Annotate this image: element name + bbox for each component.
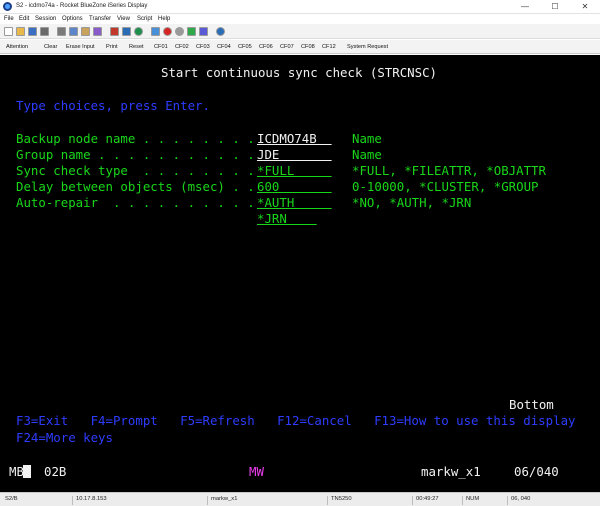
field-hint-delay: 0-10000, *CLUSTER, *GROUP	[352, 179, 539, 194]
status-bar: S2/B 10.17.8.153 markw_x1 TN5250 00:49:2…	[0, 492, 600, 506]
maximize-button[interactable]: ☐	[540, 0, 570, 14]
delay-input[interactable]: 600	[257, 179, 332, 194]
cf06-key[interactable]: CF06	[259, 44, 273, 50]
attention-key[interactable]: Attention	[6, 44, 28, 50]
field-hint-auto-repair: *NO, *AUTH, *JRN	[352, 195, 472, 210]
cf03-key[interactable]: CF03	[196, 44, 210, 50]
group-name-input[interactable]: JDE	[257, 147, 332, 162]
menu-file[interactable]: File	[4, 16, 14, 22]
auto-repair-input-2[interactable]: *JRN	[257, 211, 317, 226]
screen-title: Start continuous sync check (STRCNSC)	[161, 65, 438, 80]
cf02-key[interactable]: CF02	[175, 44, 189, 50]
field-hint-sync-check-type: *FULL, *FILEATTR, *OBJATTR	[352, 163, 546, 178]
cf07-key[interactable]: CF07	[280, 44, 294, 50]
cf04-key[interactable]: CF04	[217, 44, 231, 50]
reset-key[interactable]: Reset	[129, 44, 144, 50]
connect-icon[interactable]	[122, 27, 131, 36]
cf08-key[interactable]: CF08	[301, 44, 315, 50]
menu-script[interactable]: Script	[137, 16, 152, 22]
help-icon[interactable]	[216, 27, 225, 36]
screen-instruction: Type choices, press Enter.	[16, 98, 210, 113]
field-hint-group-name: Name	[352, 147, 382, 162]
status-ip: 10.17.8.153	[72, 496, 207, 505]
oia-user: markw_x1	[421, 464, 481, 479]
minimize-button[interactable]: —	[510, 0, 540, 14]
open-icon[interactable]	[16, 27, 25, 36]
sync-check-type-input[interactable]: *FULL	[257, 163, 332, 178]
clear-key[interactable]: Clear	[44, 44, 57, 50]
status-session: S2/B	[5, 496, 18, 502]
status-time: 00:49:27	[412, 496, 462, 505]
status-user: markw_x1	[207, 496, 327, 505]
menu-options[interactable]: Options	[62, 16, 83, 22]
status-mode: TN5250	[327, 496, 412, 505]
oia-message-waiting: MW	[249, 464, 264, 479]
text-cursor	[23, 465, 31, 478]
cf05-key[interactable]: CF05	[238, 44, 252, 50]
play-icon[interactable]	[187, 27, 196, 36]
edit-icon[interactable]	[93, 27, 102, 36]
auto-repair-input[interactable]: *AUTH	[257, 195, 332, 210]
function-keys-line-2[interactable]: F24=More keys	[16, 430, 113, 445]
title-bar: S2 - icdmo74a - Rocket BlueZone iSeries …	[0, 0, 600, 14]
field-hint-backup-node: Name	[352, 131, 382, 146]
close-button[interactable]: ✕	[570, 0, 600, 14]
menu-view[interactable]: View	[117, 16, 130, 22]
transfer-icon[interactable]	[151, 27, 160, 36]
cf01-key[interactable]: CF01	[154, 44, 168, 50]
field-label-delay: Delay between objects (msec) . .	[16, 179, 255, 194]
terminal-screen[interactable]: Start continuous sync check (STRCNSC) Ty…	[0, 55, 600, 492]
status-num: NUM	[462, 496, 507, 505]
oia-session: 02B	[44, 464, 67, 479]
menu-transfer[interactable]: Transfer	[89, 16, 111, 22]
field-label-backup-node: Backup node name . . . . . . . .	[16, 131, 255, 146]
copy-icon[interactable]	[69, 27, 78, 36]
erase-input-key[interactable]: Erase Input	[66, 44, 95, 50]
print-key[interactable]: Print	[106, 44, 118, 50]
field-label-group-name: Group name . . . . . . . . . . .	[16, 147, 255, 162]
cf12-key[interactable]: CF12	[322, 44, 336, 50]
save-icon[interactable]	[28, 27, 37, 36]
globe-icon[interactable]	[134, 27, 143, 36]
paste-icon[interactable]	[81, 27, 90, 36]
status-cursor: 06, 040	[507, 496, 598, 505]
field-label-sync-check-type: Sync check type . . . . . . . .	[16, 163, 255, 178]
bluezone-app-icon	[3, 2, 12, 11]
stop-icon[interactable]	[175, 27, 184, 36]
bottom-indicator: Bottom	[509, 397, 554, 412]
macro-icon[interactable]	[199, 27, 208, 36]
menu-session[interactable]: Session	[35, 16, 56, 22]
new-icon[interactable]	[4, 27, 13, 36]
menu-help[interactable]: Help	[158, 16, 170, 22]
window-title: S2 - icdmo74a - Rocket BlueZone iSeries …	[16, 3, 148, 9]
cut-icon[interactable]	[57, 27, 66, 36]
function-keys-line-1[interactable]: F3=Exit F4=Prompt F5=Refresh F12=Cancel …	[16, 413, 576, 428]
oia-mode: MB	[9, 464, 24, 479]
print-icon[interactable]	[40, 27, 49, 36]
menu-bar: File Edit Session Options Transfer View …	[0, 14, 600, 24]
system-request-key[interactable]: System Request	[347, 44, 388, 50]
field-label-auto-repair: Auto-repair . . . . . . . . . .	[16, 195, 255, 210]
function-keypad: Attention Clear Erase Input Print Reset …	[0, 40, 600, 54]
toolbar	[0, 24, 600, 39]
oia-cursor-position: 06/040	[514, 464, 559, 479]
record-icon[interactable]	[163, 27, 172, 36]
font-icon[interactable]	[110, 27, 119, 36]
backup-node-input[interactable]: ICDMO74B	[257, 131, 332, 146]
menu-edit[interactable]: Edit	[19, 16, 29, 22]
